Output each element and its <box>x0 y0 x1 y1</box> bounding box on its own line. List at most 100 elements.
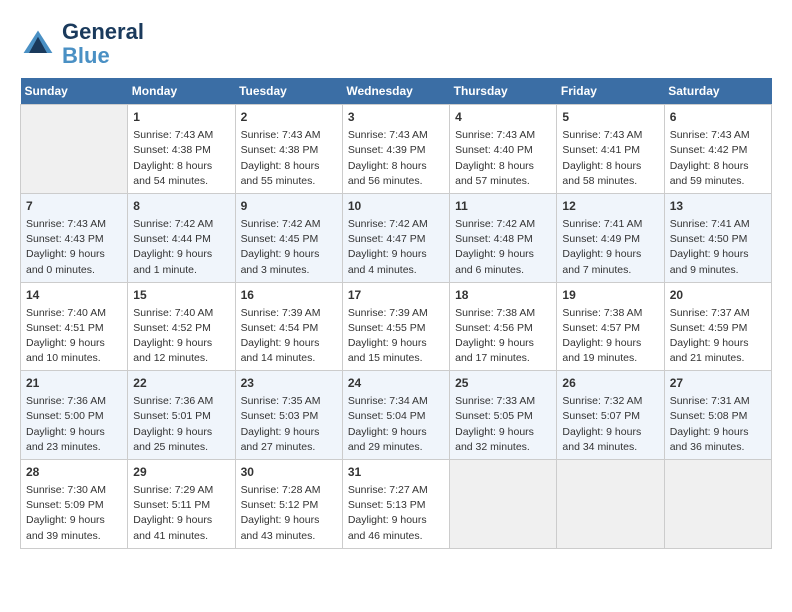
day-number: 15 <box>133 287 229 304</box>
day-info: Sunrise: 7:43 AMSunset: 4:38 PMDaylight:… <box>133 128 229 189</box>
calendar-cell: 22Sunrise: 7:36 AMSunset: 5:01 PMDayligh… <box>128 371 235 460</box>
day-info: Sunrise: 7:43 AMSunset: 4:43 PMDaylight:… <box>26 217 122 278</box>
day-number: 12 <box>562 198 658 215</box>
day-number: 11 <box>455 198 551 215</box>
day-number: 1 <box>133 109 229 126</box>
calendar-cell: 21 Sunrise: 7:36 AMSunset: 5:00 PMDayligh… <box>21 371 128 460</box>
day-info: Sunrise: 7:42 AMSunset: 4:48 PMDaylight:… <box>455 217 551 278</box>
calendar-cell: 17Sunrise: 7:39 AMSunset: 4:55 PMDayligh… <box>342 282 449 371</box>
calendar-cell <box>21 105 128 194</box>
weekday-header-sunday: Sunday <box>21 78 128 105</box>
day-info: Sunrise: 7:33 AMSunset: 5:05 PMDaylight:… <box>455 394 551 455</box>
calendar-cell: 23 Sunrise: 7:35 AMSunset: 5:03 PMDayligh… <box>235 371 342 460</box>
day-number: 18 <box>455 287 551 304</box>
calendar-cell: 5 Sunrise: 7:43 AMSunset: 4:41 PMDaylight… <box>557 105 664 194</box>
day-number: 5 <box>562 109 658 126</box>
weekday-header-monday: Monday <box>128 78 235 105</box>
day-number: 4 <box>455 109 551 126</box>
day-number: 10 <box>348 198 444 215</box>
day-number: 20 <box>670 287 766 304</box>
calendar-cell: 18 Sunrise: 7:38 AMSunset: 4:56 PMDayligh… <box>450 282 557 371</box>
calendar-cell: 15Sunrise: 7:40 AMSunset: 4:52 PMDayligh… <box>128 282 235 371</box>
day-number: 22 <box>133 375 229 392</box>
page-header: General Blue <box>20 20 772 68</box>
calendar-cell: 26 Sunrise: 7:32 AMSunset: 5:07 PMDayligh… <box>557 371 664 460</box>
weekday-header-friday: Friday <box>557 78 664 105</box>
calendar-cell: 28Sunrise: 7:30 AMSunset: 5:09 PMDayligh… <box>21 460 128 549</box>
calendar-cell: 4 Sunrise: 7:43 AMSunset: 4:40 PMDaylight… <box>450 105 557 194</box>
day-number: 19 <box>562 287 658 304</box>
logo-text: General Blue <box>62 20 144 68</box>
calendar-cell: 31 Sunrise: 7:27 AMSunset: 5:13 PMDayligh… <box>342 460 449 549</box>
calendar-cell: 27 Sunrise: 7:31 AMSunset: 5:08 PMDayligh… <box>664 371 771 460</box>
day-info: Sunrise: 7:36 AMSunset: 5:00 PMDaylight:… <box>26 394 122 455</box>
day-number: 17 <box>348 287 444 304</box>
calendar-cell: 14 Sunrise: 7:40 AMSunset: 4:51 PMDayligh… <box>21 282 128 371</box>
day-info: Sunrise: 7:29 AMSunset: 5:11 PMDaylight:… <box>133 483 229 544</box>
day-number: 25 <box>455 375 551 392</box>
calendar-cell <box>664 460 771 549</box>
calendar-week-4: 21 Sunrise: 7:36 AMSunset: 5:00 PMDayligh… <box>21 371 772 460</box>
calendar-table: SundayMondayTuesdayWednesdayThursdayFrid… <box>20 78 772 548</box>
day-number: 21 <box>26 375 122 392</box>
calendar-cell <box>450 460 557 549</box>
day-number: 31 <box>348 464 444 481</box>
day-number: 9 <box>241 198 337 215</box>
day-info: Sunrise: 7:38 AMSunset: 4:56 PMDaylight:… <box>455 306 551 367</box>
day-info: Sunrise: 7:27 AMSunset: 5:13 PMDaylight:… <box>348 483 444 544</box>
day-number: 30 <box>241 464 337 481</box>
day-info: Sunrise: 7:38 AMSunset: 4:57 PMDaylight:… <box>562 306 658 367</box>
day-number: 14 <box>26 287 122 304</box>
weekday-header-tuesday: Tuesday <box>235 78 342 105</box>
calendar-week-3: 14 Sunrise: 7:40 AMSunset: 4:51 PMDayligh… <box>21 282 772 371</box>
calendar-cell: 12 Sunrise: 7:41 AMSunset: 4:49 PMDayligh… <box>557 194 664 283</box>
calendar-cell: 9 Sunrise: 7:42 AMSunset: 4:45 PMDaylight… <box>235 194 342 283</box>
day-info: Sunrise: 7:43 AMSunset: 4:40 PMDaylight:… <box>455 128 551 189</box>
day-number: 2 <box>241 109 337 126</box>
day-info: Sunrise: 7:42 AMSunset: 4:44 PMDaylight:… <box>133 217 229 278</box>
day-info: Sunrise: 7:42 AMSunset: 4:45 PMDaylight:… <box>241 217 337 278</box>
day-info: Sunrise: 7:43 AMSunset: 4:41 PMDaylight:… <box>562 128 658 189</box>
calendar-cell: 30Sunrise: 7:28 AMSunset: 5:12 PMDayligh… <box>235 460 342 549</box>
day-number: 8 <box>133 198 229 215</box>
day-number: 7 <box>26 198 122 215</box>
calendar-week-1: 1 Sunrise: 7:43 AMSunset: 4:38 PMDaylight… <box>21 105 772 194</box>
day-info: Sunrise: 7:37 AMSunset: 4:59 PMDaylight:… <box>670 306 766 367</box>
calendar-cell: 29 Sunrise: 7:29 AMSunset: 5:11 PMDayligh… <box>128 460 235 549</box>
day-info: Sunrise: 7:32 AMSunset: 5:07 PMDaylight:… <box>562 394 658 455</box>
day-info: Sunrise: 7:34 AMSunset: 5:04 PMDaylight:… <box>348 394 444 455</box>
weekday-header-wednesday: Wednesday <box>342 78 449 105</box>
calendar-cell: 11 Sunrise: 7:42 AMSunset: 4:48 PMDayligh… <box>450 194 557 283</box>
day-number: 23 <box>241 375 337 392</box>
day-info: Sunrise: 7:43 AMSunset: 4:39 PMDaylight:… <box>348 128 444 189</box>
calendar-week-2: 7 Sunrise: 7:43 AMSunset: 4:43 PMDaylight… <box>21 194 772 283</box>
day-number: 27 <box>670 375 766 392</box>
calendar-cell: 1 Sunrise: 7:43 AMSunset: 4:38 PMDaylight… <box>128 105 235 194</box>
day-number: 29 <box>133 464 229 481</box>
calendar-cell: 7 Sunrise: 7:43 AMSunset: 4:43 PMDaylight… <box>21 194 128 283</box>
calendar-cell: 3Sunrise: 7:43 AMSunset: 4:39 PMDaylight… <box>342 105 449 194</box>
calendar-cell: 6Sunrise: 7:43 AMSunset: 4:42 PMDaylight… <box>664 105 771 194</box>
calendar-cell: 8 Sunrise: 7:42 AMSunset: 4:44 PMDaylight… <box>128 194 235 283</box>
weekday-header-saturday: Saturday <box>664 78 771 105</box>
day-number: 24 <box>348 375 444 392</box>
day-info: Sunrise: 7:31 AMSunset: 5:08 PMDaylight:… <box>670 394 766 455</box>
calendar-cell: 25 Sunrise: 7:33 AMSunset: 5:05 PMDayligh… <box>450 371 557 460</box>
day-number: 26 <box>562 375 658 392</box>
day-number: 16 <box>241 287 337 304</box>
weekday-header-thursday: Thursday <box>450 78 557 105</box>
day-info: Sunrise: 7:40 AMSunset: 4:51 PMDaylight:… <box>26 306 122 367</box>
day-info: Sunrise: 7:42 AMSunset: 4:47 PMDaylight:… <box>348 217 444 278</box>
logo-icon <box>20 26 56 62</box>
calendar-cell: 20 Sunrise: 7:37 AMSunset: 4:59 PMDayligh… <box>664 282 771 371</box>
calendar-cell <box>557 460 664 549</box>
calendar-cell: 24 Sunrise: 7:34 AMSunset: 5:04 PMDayligh… <box>342 371 449 460</box>
day-info: Sunrise: 7:41 AMSunset: 4:50 PMDaylight:… <box>670 217 766 278</box>
day-info: Sunrise: 7:35 AMSunset: 5:03 PMDaylight:… <box>241 394 337 455</box>
calendar-cell: 19 Sunrise: 7:38 AMSunset: 4:57 PMDayligh… <box>557 282 664 371</box>
day-info: Sunrise: 7:30 AMSunset: 5:09 PMDaylight:… <box>26 483 122 544</box>
weekday-header-row: SundayMondayTuesdayWednesdayThursdayFrid… <box>21 78 772 105</box>
day-info: Sunrise: 7:43 AMSunset: 4:42 PMDaylight:… <box>670 128 766 189</box>
logo: General Blue <box>20 20 144 68</box>
day-info: Sunrise: 7:41 AMSunset: 4:49 PMDaylight:… <box>562 217 658 278</box>
